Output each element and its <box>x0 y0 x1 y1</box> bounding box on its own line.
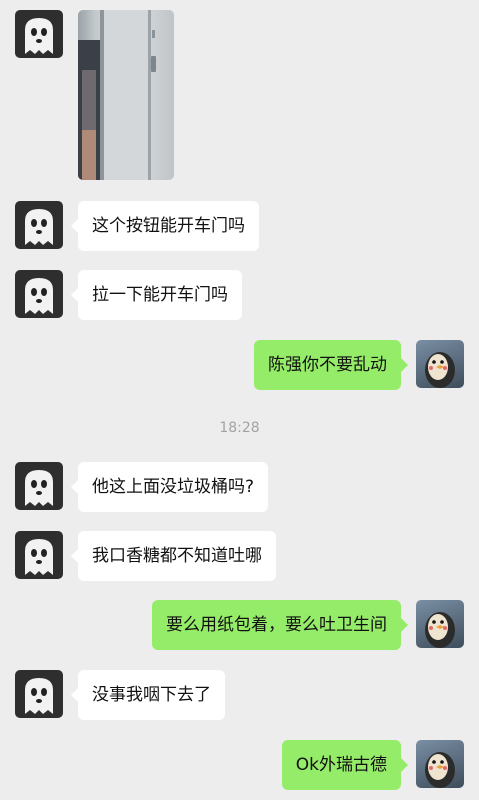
contact-avatar[interactable] <box>15 531 63 579</box>
ghost-avatar-icon <box>25 678 53 714</box>
contact-avatar[interactable] <box>15 462 63 510</box>
contact-avatar[interactable] <box>15 670 63 718</box>
penguin-avatar-icon <box>425 752 455 788</box>
ghost-avatar-icon <box>25 470 53 506</box>
ghost-avatar-icon <box>25 209 53 245</box>
message-text: 要么用纸包着，要么吐卫生间 <box>166 615 387 635</box>
penguin-avatar-icon <box>425 352 455 388</box>
contact-avatar[interactable] <box>15 10 63 58</box>
message-bubble-incoming[interactable]: 我口香糖都不知道吐哪 <box>71 531 276 581</box>
message-bubble-incoming[interactable]: 拉一下能开车门吗 <box>71 270 242 320</box>
message-bubble-outgoing[interactable]: 陈强你不要乱动 <box>254 340 408 390</box>
message-bubble-outgoing[interactable]: Ok外瑞古德 <box>281 740 409 790</box>
message-text: 这个按钮能开车门吗 <box>92 216 245 236</box>
message-text: 他这上面没垃圾桶吗? <box>92 477 255 497</box>
ghost-avatar-icon <box>25 278 53 314</box>
message-text: 陈强你不要乱动 <box>268 355 387 375</box>
contact-avatar[interactable] <box>15 201 63 249</box>
ghost-avatar-icon <box>25 539 53 575</box>
self-avatar[interactable] <box>416 340 464 388</box>
message-bubble-outgoing[interactable]: 要么用纸包着，要么吐卫生间 <box>152 600 408 650</box>
message-bubble-incoming[interactable]: 这个按钮能开车门吗 <box>71 201 259 251</box>
train-door-photo[interactable] <box>78 10 174 180</box>
train-door-image-icon <box>78 10 156 180</box>
message-text: 没事我咽下去了 <box>92 685 211 705</box>
self-avatar[interactable] <box>416 600 464 648</box>
ghost-avatar-icon <box>25 18 53 54</box>
message-bubble-incoming[interactable]: 他这上面没垃圾桶吗? <box>70 462 269 512</box>
message-bubble-incoming[interactable]: 没事我咽下去了 <box>71 670 225 720</box>
self-avatar[interactable] <box>416 740 464 788</box>
message-text: 我口香糖都不知道吐哪 <box>92 546 262 566</box>
penguin-avatar-icon <box>425 612 455 648</box>
contact-avatar[interactable] <box>15 270 63 318</box>
message-text: Ok外瑞古德 <box>295 755 387 775</box>
message-text: 拉一下能开车门吗 <box>92 285 228 305</box>
chat-timestamp: 18:28 <box>219 420 260 436</box>
